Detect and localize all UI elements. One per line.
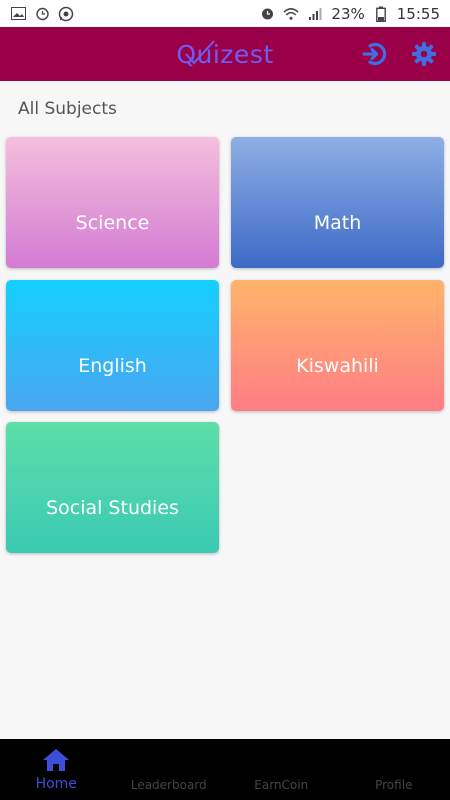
nav-label-profile: Profile — [375, 778, 413, 792]
app-bar-actions — [360, 27, 438, 81]
subject-card-english[interactable]: English — [6, 280, 219, 411]
nav-label-earncoin: EarnCoin — [254, 778, 309, 792]
nav-label-home: Home — [35, 776, 77, 792]
alarm-icon — [34, 6, 50, 22]
status-bar-right: 23% 15:55 — [259, 5, 440, 23]
subject-card-label: Science — [75, 212, 150, 234]
nav-leaderboard[interactable]: Leaderboard — [113, 739, 226, 800]
whatsapp-icon — [58, 6, 74, 22]
clock-time: 15:55 — [396, 4, 440, 23]
battery-percent: 23% — [331, 4, 365, 23]
check-icon — [185, 39, 216, 64]
image-icon — [10, 6, 26, 22]
home-icon — [43, 749, 70, 771]
app-bar: Quizest — [0, 27, 450, 81]
settings-button[interactable] — [410, 40, 438, 68]
status-bar-left — [10, 6, 74, 22]
nav-profile[interactable]: Profile — [338, 739, 450, 800]
section-title: All Subjects — [18, 99, 117, 119]
alarm-icon — [259, 6, 275, 22]
subject-card-label: Kiswahili — [296, 355, 379, 377]
wifi-icon — [283, 6, 299, 22]
subject-card-label: Social Studies — [46, 497, 179, 519]
bottom-navigation: Home Leaderboard EarnCoin Profile — [0, 739, 450, 800]
signal-icon — [307, 6, 323, 22]
subject-card-science[interactable]: Science — [6, 137, 219, 268]
logout-icon — [362, 42, 387, 66]
subject-card-kiswahili[interactable]: Kiswahili — [231, 280, 444, 411]
nav-earncoin[interactable]: EarnCoin — [225, 739, 338, 800]
nav-label-leaderboard: Leaderboard — [130, 778, 207, 792]
app-logo: Quizest — [176, 40, 273, 69]
subject-card-label: Math — [313, 212, 362, 234]
nav-home[interactable]: Home — [0, 739, 113, 800]
logout-button[interactable] — [360, 40, 388, 68]
battery-icon — [373, 6, 389, 22]
status-bar: 23% 15:55 — [0, 0, 450, 27]
subject-card-label: English — [78, 355, 147, 377]
settings-icon — [412, 42, 436, 66]
subject-card-social-studies[interactable]: Social Studies — [6, 422, 219, 553]
subject-card-math[interactable]: Math — [231, 137, 444, 268]
